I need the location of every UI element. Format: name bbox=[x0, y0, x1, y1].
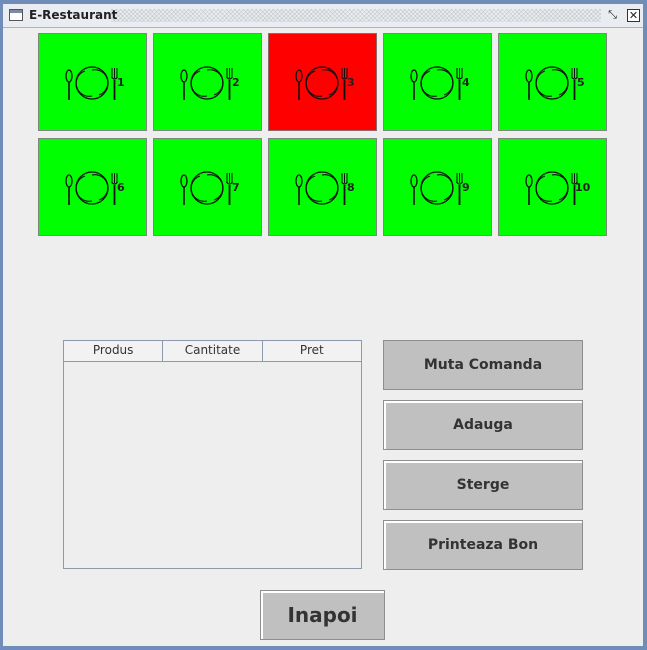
close-icon[interactable]: ✕ bbox=[627, 9, 640, 22]
table-number: 9 bbox=[462, 181, 470, 194]
delete-button[interactable]: Sterge bbox=[383, 460, 583, 510]
add-button[interactable]: Adauga bbox=[383, 400, 583, 450]
plate-cutlery-icon bbox=[410, 66, 463, 100]
table-button-8[interactable]: 8 bbox=[268, 138, 377, 236]
title-bar-texture bbox=[111, 9, 601, 22]
table-number: 8 bbox=[347, 181, 355, 194]
table-number: 6 bbox=[117, 181, 125, 194]
table-number: 5 bbox=[577, 76, 585, 89]
table-button-7[interactable]: 7 bbox=[153, 138, 262, 236]
table-number: 2 bbox=[232, 76, 240, 89]
table-number: 10 bbox=[575, 181, 591, 194]
window-frame: E-Restaurant ⤡ ✕ 1 2 3 4 5 6 7 8 9 10 Pr… bbox=[0, 0, 647, 650]
table-button-9[interactable]: 9 bbox=[383, 138, 492, 236]
plate-cutlery-icon bbox=[180, 66, 233, 100]
column-header-cantitate[interactable]: Cantitate bbox=[163, 341, 263, 361]
table-number: 4 bbox=[462, 76, 470, 89]
table-button-10[interactable]: 10 bbox=[498, 138, 607, 236]
column-header-produs[interactable]: Produs bbox=[64, 341, 164, 361]
table-number: 3 bbox=[347, 76, 355, 89]
plate-cutlery-icon bbox=[65, 66, 118, 100]
order-table[interactable]: Produs Cantitate Pret bbox=[63, 340, 362, 569]
main-panel: 1 2 3 4 5 6 7 8 9 10 Produs Cantitate Pr… bbox=[3, 28, 643, 646]
plate-cutlery-icon bbox=[180, 171, 233, 205]
table-number: 7 bbox=[232, 181, 240, 194]
plate-cutlery-icon bbox=[410, 171, 463, 205]
print-receipt-button[interactable]: Printeaza Bon bbox=[383, 520, 583, 570]
table-button-6[interactable]: 6 bbox=[38, 138, 147, 236]
table-button-3[interactable]: 3 bbox=[268, 33, 377, 131]
back-button[interactable]: Inapoi bbox=[260, 590, 385, 640]
restore-icon[interactable]: ⤡ bbox=[606, 9, 619, 22]
plate-cutlery-icon bbox=[295, 66, 348, 100]
plate-cutlery-icon bbox=[295, 171, 348, 205]
plate-cutlery-icon bbox=[525, 66, 578, 100]
table-button-5[interactable]: 5 bbox=[498, 33, 607, 131]
plate-cutlery-icon bbox=[65, 171, 118, 205]
plate-cutlery-icon bbox=[525, 171, 578, 205]
column-header-pret[interactable]: Pret bbox=[262, 341, 361, 361]
table-button-1[interactable]: 1 bbox=[38, 33, 147, 131]
window-icon bbox=[9, 9, 23, 21]
order-table-header: Produs Cantitate Pret bbox=[64, 341, 361, 362]
window-title: E-Restaurant bbox=[29, 8, 118, 22]
table-number: 1 bbox=[117, 76, 125, 89]
move-order-button[interactable]: Muta Comanda bbox=[383, 340, 583, 390]
title-bar[interactable]: E-Restaurant ⤡ ✕ bbox=[3, 4, 643, 28]
table-button-4[interactable]: 4 bbox=[383, 33, 492, 131]
table-button-2[interactable]: 2 bbox=[153, 33, 262, 131]
